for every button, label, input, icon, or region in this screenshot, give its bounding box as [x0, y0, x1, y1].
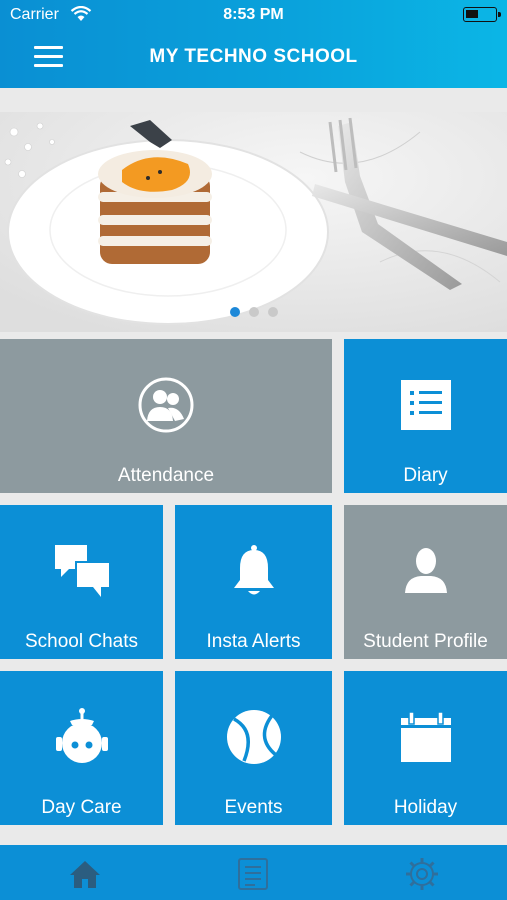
settings-gear-icon[interactable]: [404, 857, 440, 891]
tile-day-care[interactable]: Day Care: [0, 671, 163, 825]
home-icon[interactable]: [67, 857, 103, 891]
tile-diary[interactable]: Diary: [344, 339, 507, 493]
page-title: MY TECHNO SCHOOL: [149, 46, 358, 67]
carousel-pagination: [0, 307, 507, 317]
tile-label: School Chats: [24, 631, 138, 652]
clock: 8:53 PM: [223, 6, 284, 23]
bottom-tab-bar: [0, 845, 507, 900]
status-bar: Carrier 8:53 PM: [0, 0, 507, 30]
tile-holiday[interactable]: Holiday: [344, 671, 507, 825]
tile-label: Attendance: [117, 465, 215, 486]
battery-icon: [463, 7, 501, 22]
carousel-dot[interactable]: [229, 307, 240, 317]
bell-icon: [224, 541, 284, 601]
tile-label: Insta Alerts: [206, 631, 301, 652]
carousel-dot[interactable]: [248, 307, 259, 317]
document-icon[interactable]: [235, 857, 271, 891]
tile-label: Events: [224, 797, 283, 818]
carousel-dot[interactable]: [267, 307, 278, 317]
list-icon: [396, 375, 456, 435]
tile-student-profile[interactable]: Student Profile: [344, 505, 507, 659]
banner-image: [0, 112, 507, 332]
robot-face-icon: [52, 707, 112, 767]
tennis-ball-icon: [224, 707, 284, 767]
app-header: Carrier 8:53 PM MY TECHNO SCHOOL: [0, 0, 507, 88]
chat-bubbles-icon: [52, 541, 112, 601]
tile-insta-alerts[interactable]: Insta Alerts: [175, 505, 332, 659]
tile-label: Holiday: [393, 797, 458, 818]
tile-events[interactable]: Events: [175, 671, 332, 825]
users-icon: [136, 375, 196, 435]
calendar-icon: [396, 707, 456, 767]
tile-label: Day Care: [41, 797, 122, 818]
tile-label: Diary: [403, 465, 448, 486]
person-icon: [396, 541, 456, 601]
banner-carousel[interactable]: [0, 112, 507, 332]
tile-attendance[interactable]: Attendance: [0, 339, 332, 493]
tile-school-chats[interactable]: School Chats: [0, 505, 163, 659]
tile-label: Student Profile: [363, 631, 488, 652]
